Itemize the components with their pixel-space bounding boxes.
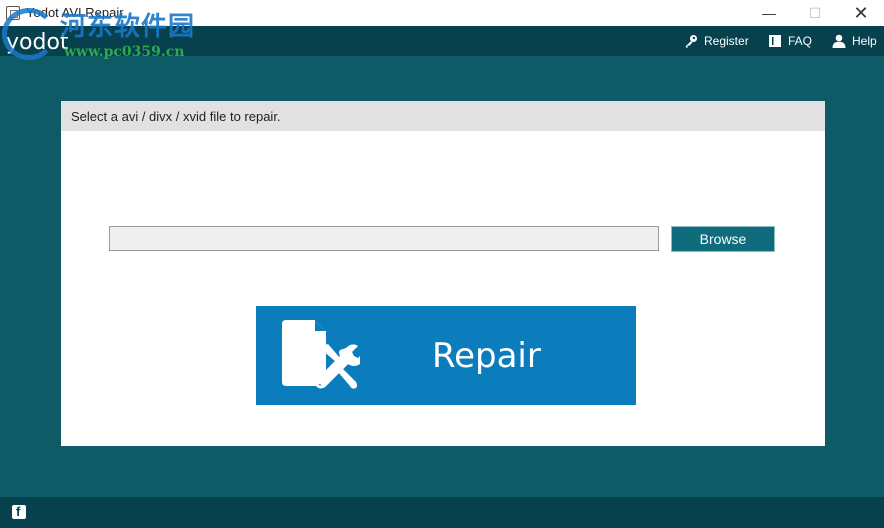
key-icon: [684, 34, 698, 48]
repair-label: Repair: [432, 336, 541, 376]
facebook-icon[interactable]: [12, 504, 26, 519]
repair-button[interactable]: Repair: [256, 306, 636, 405]
file-path-input[interactable]: [109, 226, 659, 251]
help-label: Help: [852, 34, 877, 48]
faq-label: FAQ: [788, 34, 813, 48]
repair-panel: Select a avi / divx / xvid file to repai…: [61, 101, 825, 446]
register-link[interactable]: Register: [684, 30, 749, 52]
help-link[interactable]: Help: [832, 30, 877, 52]
instruction-text: Select a avi / divx / xvid file to repai…: [71, 109, 281, 124]
browse-button[interactable]: Browse: [671, 226, 775, 252]
watermark-url: www.pc0359.cn: [64, 44, 185, 60]
file-repair-tools-icon: [280, 320, 365, 395]
faq-link[interactable]: FAQ: [768, 30, 812, 52]
book-icon: [768, 34, 782, 48]
minimize-button[interactable]: —: [746, 0, 792, 26]
watermark-logo-icon: [2, 8, 56, 60]
maximize-button[interactable]: ☐: [792, 0, 838, 26]
register-label: Register: [704, 34, 749, 48]
close-button[interactable]: ✕: [838, 0, 884, 26]
app-footer: [0, 497, 884, 528]
panel-header: Select a avi / divx / xvid file to repai…: [61, 101, 825, 131]
user-icon: [832, 34, 846, 48]
watermark-text: 河东软件园: [60, 12, 196, 42]
